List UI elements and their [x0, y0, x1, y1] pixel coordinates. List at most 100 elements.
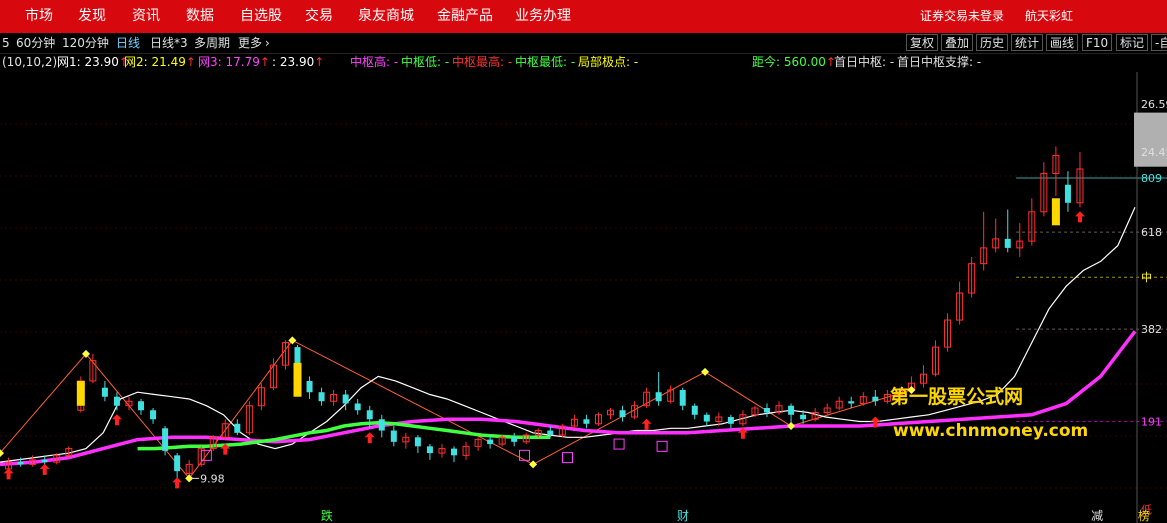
candle-body	[138, 401, 145, 411]
legend-item-11: 首日中枢支撑: -	[897, 54, 981, 71]
candle-body	[583, 419, 590, 424]
legend-label: 距今: 560.00	[752, 55, 826, 69]
sell-mark-icon	[562, 452, 573, 464]
nav-item-6[interactable]: 泉友商城	[358, 0, 414, 33]
candle-body	[101, 387, 108, 397]
up-arrow-icon: ↑	[314, 55, 325, 69]
legend-label: 中枢最低: -	[515, 55, 576, 69]
toolbar-button-4[interactable]: 画线	[1046, 34, 1079, 51]
nav-item-7[interactable]: 金融产品	[437, 0, 493, 33]
candle-body	[174, 455, 181, 472]
bottom-marker: 财	[677, 509, 689, 523]
legend-item-2: 网3: 17.79↑	[198, 54, 270, 71]
legend-label: 首日中枢: -	[834, 55, 895, 69]
candle-body	[378, 419, 385, 431]
buy-arrow-icon	[364, 432, 375, 444]
buy-arrow-icon	[3, 468, 14, 480]
axis-label: 26.59	[1141, 98, 1167, 111]
candle-body	[848, 401, 855, 404]
candle-body	[306, 380, 313, 393]
candle-body	[547, 430, 554, 436]
buy-arrow-icon	[111, 414, 122, 426]
toolbar-button-0[interactable]: 复权	[906, 34, 939, 51]
candle-body	[511, 437, 518, 442]
candle-body	[426, 446, 433, 454]
nav-item-2[interactable]: 资讯	[132, 0, 160, 33]
pivot-diamond	[288, 336, 297, 345]
candle-body	[366, 410, 373, 420]
candle-body	[1064, 184, 1071, 203]
candle-body	[41, 459, 48, 463]
period-tab-2[interactable]: 120分钟	[62, 33, 109, 53]
toolbar-button-5[interactable]: F10	[1082, 34, 1113, 51]
legend-label: 中枢高: -	[350, 55, 399, 69]
candle-body	[234, 423, 241, 433]
nav-item-1[interactable]: 发现	[78, 0, 106, 33]
pivot-diamond	[787, 422, 796, 431]
toolbar-button-6[interactable]: 标记	[1116, 34, 1149, 51]
stock-name-label[interactable]: 航天彩虹	[1025, 0, 1073, 33]
buy-arrow-icon	[39, 463, 50, 475]
bottom-marker: 跌	[321, 508, 333, 523]
watermark-url: www.chnmoney.com	[893, 421, 1088, 441]
legend-label: 网3: 17.79	[198, 55, 260, 69]
period-tab-1[interactable]: 60分钟	[16, 33, 55, 53]
candle-body	[318, 392, 325, 402]
axis-label: 中	[1141, 271, 1152, 284]
candle-body	[487, 439, 494, 445]
buy-arrow-icon	[1074, 211, 1085, 223]
legend-label: 中枢低: -	[401, 55, 450, 69]
nav-item-3[interactable]: 数据	[186, 0, 214, 33]
up-arrow-icon: ↑	[259, 55, 270, 69]
toolbar-button-7[interactable]: -自	[1151, 34, 1167, 51]
nav-item-5[interactable]: 交易	[305, 0, 333, 33]
bottom-marker: 榜	[1138, 508, 1150, 523]
period-tab-5[interactable]: 多周期	[194, 33, 230, 53]
login-status-link[interactable]: 证券交易未登录	[920, 0, 1004, 33]
axis-label: 191	[1141, 416, 1162, 429]
up-arrow-icon: ↑	[185, 55, 196, 69]
nav-item-4[interactable]: 自选股	[240, 0, 282, 33]
nav-item-8[interactable]: 业务办理	[515, 0, 571, 33]
nav-item-0[interactable]: 市场	[25, 0, 53, 33]
candle-body	[390, 430, 397, 442]
candle-body	[342, 394, 349, 404]
candle-body	[619, 410, 626, 418]
candle-body	[655, 392, 662, 402]
candle-body	[788, 405, 795, 415]
toolbar-button-1[interactable]: 叠加	[941, 34, 974, 51]
period-tab-6[interactable]: 更多	[238, 33, 262, 53]
period-tab-0[interactable]: 5	[2, 33, 10, 53]
signal-bar	[293, 362, 302, 397]
legend-item-6: 中枢最高: -	[452, 54, 512, 71]
candle-body	[703, 414, 710, 422]
legend-item-9: 距今: 560.00↑	[752, 54, 836, 71]
toolbar-button-3[interactable]: 统计	[1011, 34, 1044, 51]
candle-body	[691, 405, 698, 415]
period-tab-3[interactable]: 日线	[116, 33, 140, 53]
bottom-marker: 减	[1091, 509, 1103, 523]
candle-body	[1004, 238, 1011, 248]
kline-chart: 26.5924.45809618中382191低9.98跌财减榜第一股票公式网w…	[0, 72, 1167, 523]
legend-item-8: 局部极点: -	[578, 54, 638, 71]
legend-item-0: 网1: 23.90↑	[57, 54, 129, 71]
candle-body	[679, 389, 686, 406]
legend-item-5: 中枢低: -	[401, 54, 449, 71]
toolbar-button-2[interactable]: 历史	[976, 34, 1009, 51]
candle-body	[414, 437, 421, 447]
pivot-diamond	[701, 367, 710, 376]
legend-item-4: 中枢高: -	[350, 54, 398, 71]
candle-body	[17, 462, 24, 465]
candle-body	[354, 403, 361, 411]
period-tab-4[interactable]: 日线*3	[150, 33, 188, 53]
watermark-title: 第一股票公式网	[890, 385, 1023, 408]
low-price-label: 9.98	[200, 472, 225, 485]
axis-label: 382	[1141, 323, 1162, 336]
period-toolbar: 5 60分钟 120分钟 日线 日线*3 多周期 更多 › 复权 叠加 历史 统计 画线 F10 标记 -自	[0, 33, 1167, 54]
more-chevron-icon[interactable]: ›	[265, 33, 270, 53]
legend-label: 网2: 21.49	[124, 55, 186, 69]
buy-arrow-icon	[172, 477, 183, 489]
axis-label: 809	[1141, 172, 1162, 185]
signal-bar	[1051, 198, 1060, 226]
candle-body	[113, 396, 120, 406]
